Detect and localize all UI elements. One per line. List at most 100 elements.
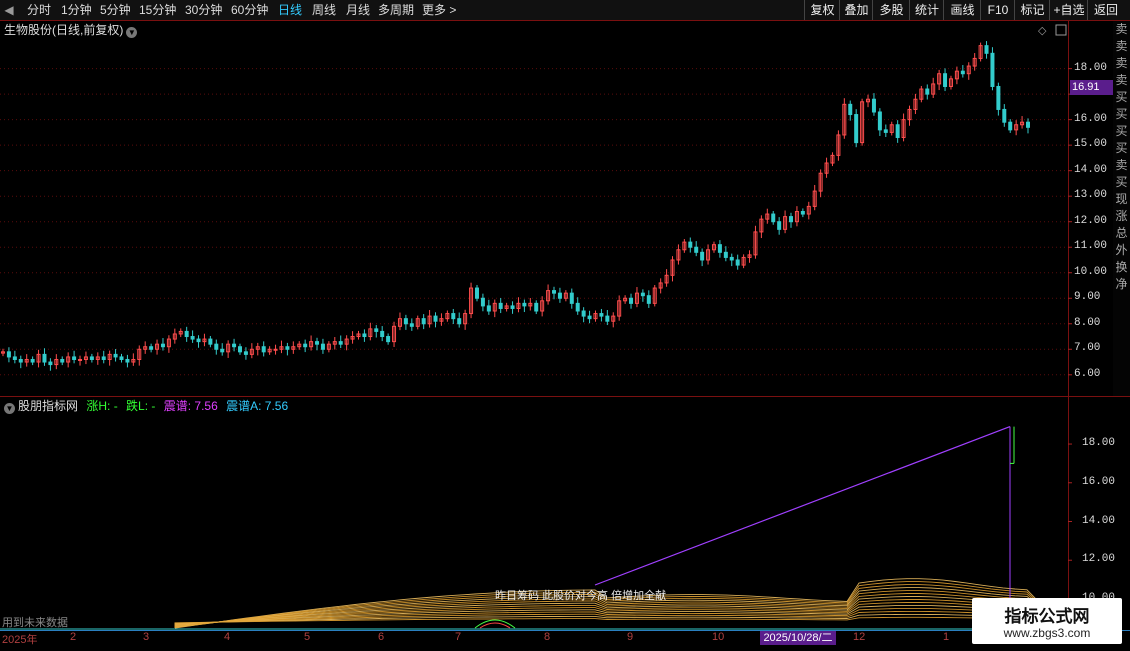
- date-tick-label: 2025年: [2, 634, 38, 646]
- panel-toggle-icon: [1055, 24, 1067, 36]
- tab-period-8[interactable]: 月线: [346, 0, 370, 20]
- watermark-title: 指标公式网: [1004, 607, 1090, 627]
- candle-body: [362, 333, 367, 338]
- side-strip-char: 总: [1115, 226, 1128, 240]
- candle-body: [101, 356, 106, 360]
- candle-body: [303, 343, 308, 348]
- toolbar-button-1[interactable]: 叠加: [839, 0, 873, 20]
- candle-body: [723, 251, 728, 258]
- side-strip-char: 买: [1115, 141, 1128, 155]
- candle-body: [18, 358, 23, 363]
- candle-body: [409, 323, 414, 327]
- candle-body: [451, 313, 456, 320]
- candle-body: [581, 310, 586, 317]
- toolbar-button-4[interactable]: 画线: [943, 0, 981, 20]
- top-toolbar: ◀ 分时 1分钟 5分钟 15分钟 30分钟 60分钟 日线 周线 月线 多周期 更多 > 复权 叠加…: [0, 0, 1130, 21]
- candle-body: [777, 221, 782, 230]
- candle-body: [552, 290, 557, 294]
- y-tick-label: 16.00: [1082, 475, 1116, 488]
- candle-body: [480, 297, 485, 307]
- tab-period-2[interactable]: 5分钟: [100, 0, 131, 20]
- candle-body: [895, 124, 900, 139]
- side-strip-char: 卖: [1115, 73, 1128, 87]
- candle-body: [735, 259, 740, 266]
- candle-body: [557, 292, 562, 299]
- zp-line: [594, 426, 1011, 586]
- tab-period-10[interactable]: 更多 >: [422, 0, 456, 20]
- candle-body: [374, 328, 379, 332]
- candle-body: [119, 356, 124, 360]
- tab-period-1[interactable]: 1分钟: [61, 0, 92, 20]
- toolbar-button-6[interactable]: 标记: [1014, 0, 1050, 20]
- candle-body: [717, 244, 722, 253]
- toolbar-button-7[interactable]: +自选: [1049, 0, 1088, 20]
- tab-period-4[interactable]: 30分钟: [185, 0, 222, 20]
- candle-body: [486, 305, 491, 312]
- candle-body: [646, 295, 651, 304]
- diamond-icon: ◇: [1038, 25, 1047, 37]
- y-tick-label: 12.00: [1082, 553, 1116, 566]
- date-tick-label: 4: [224, 631, 231, 643]
- tab-period-6[interactable]: 日线: [278, 0, 302, 20]
- y-tick-label: 16.00: [1074, 112, 1108, 125]
- toolbar-button-0[interactable]: 复权: [804, 0, 840, 20]
- candle-body: [510, 305, 515, 309]
- candle-body: [1008, 121, 1013, 131]
- toolbar-button-5[interactable]: F10: [980, 0, 1015, 20]
- candle-body: [700, 251, 705, 261]
- tab-period-0[interactable]: 分时: [27, 0, 51, 20]
- date-tick-label: 2: [70, 631, 77, 643]
- tab-period-7[interactable]: 周线: [312, 0, 336, 20]
- candle-body: [694, 246, 699, 253]
- candle-body: [243, 351, 248, 355]
- candle-body: [1026, 121, 1030, 128]
- y-tick-label: 14.00: [1074, 163, 1108, 176]
- tab-period-5[interactable]: 60分钟: [231, 0, 268, 20]
- candle-body: [498, 302, 503, 309]
- date-tick-label: 12: [853, 631, 866, 643]
- side-strip-char: 卖: [1115, 158, 1128, 172]
- y-tick-label: 9.00: [1074, 291, 1101, 304]
- candle-body: [125, 358, 130, 363]
- candle-body: [42, 353, 47, 363]
- price-chart[interactable]: ◇: [0, 20, 1130, 397]
- side-strip-char: 卖: [1115, 22, 1128, 36]
- candle-body: [403, 318, 408, 325]
- candle-body: [569, 292, 574, 304]
- candle-body: [990, 52, 995, 87]
- candle-body: [12, 356, 17, 360]
- candle-body: [285, 346, 290, 350]
- candle-body: [771, 213, 776, 223]
- date-tick-label: 8: [544, 631, 551, 643]
- toolbar-button-8[interactable]: 返回: [1087, 0, 1124, 20]
- selected-date: 2025/10/28/二: [760, 631, 836, 645]
- tab-period-3[interactable]: 15分钟: [139, 0, 176, 20]
- date-tick-label: 6: [378, 631, 385, 643]
- candle-body: [48, 361, 53, 366]
- toolbar-button-3[interactable]: 统计: [909, 0, 944, 20]
- candle-body: [688, 241, 693, 248]
- candle-body: [237, 346, 242, 353]
- toolbar-button-2[interactable]: 多股: [872, 0, 910, 20]
- candle-body: [338, 341, 343, 345]
- date-axis: [0, 630, 1130, 651]
- candle-body: [273, 348, 278, 351]
- candle-body: [534, 302, 539, 312]
- nav-back-icon[interactable]: ◀: [0, 0, 18, 20]
- side-strip-char: 买: [1115, 107, 1128, 121]
- date-tick-label: 1: [943, 631, 950, 643]
- candle-body: [232, 343, 237, 348]
- tab-period-9[interactable]: 多周期: [378, 0, 414, 20]
- y-tick-label: 13.00: [1074, 189, 1108, 202]
- y-tick-label: 10.00: [1074, 265, 1108, 278]
- candle-body: [943, 73, 948, 87]
- y-tick-label: 11.00: [1074, 240, 1108, 253]
- candle-body: [996, 85, 1001, 110]
- candle-body: [871, 98, 876, 113]
- candle-body: [984, 45, 989, 54]
- candle-body: [208, 338, 213, 345]
- candle-body: [729, 256, 734, 261]
- side-strip-char: 外: [1115, 243, 1128, 257]
- candle-body: [78, 358, 83, 361]
- candle-body: [575, 302, 580, 312]
